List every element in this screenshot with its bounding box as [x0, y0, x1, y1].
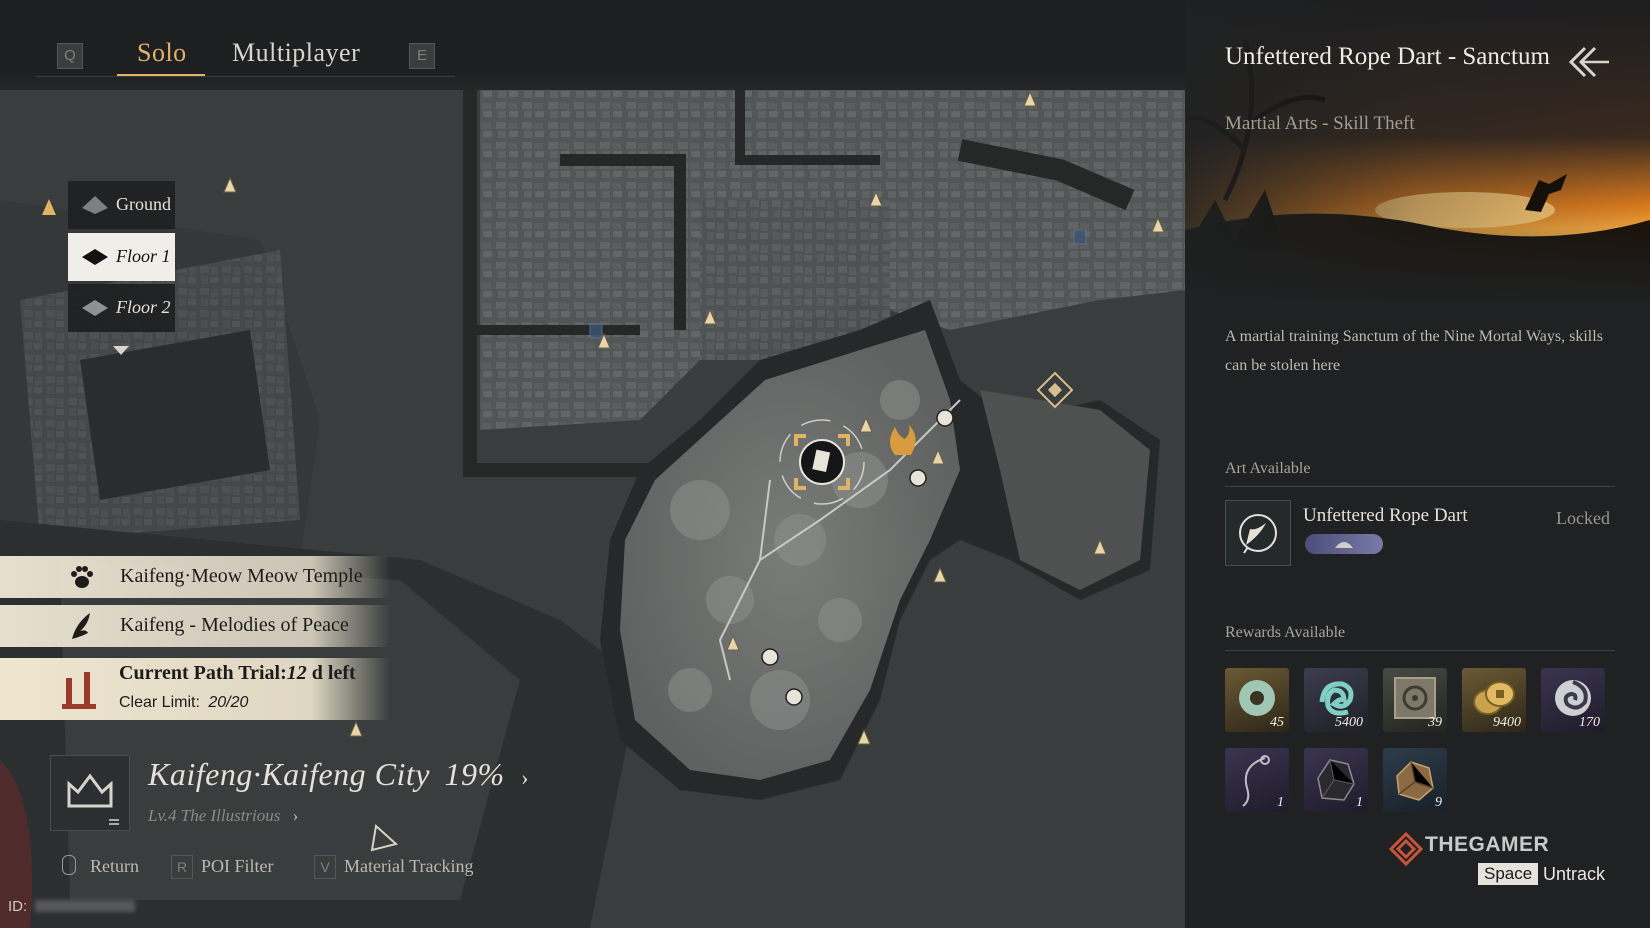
floor-layer-icon	[82, 300, 108, 316]
city-crest-icon	[67, 773, 119, 825]
player-id-redacted	[35, 900, 136, 912]
trial-time-unit: d left	[311, 662, 356, 684]
divider	[1225, 486, 1615, 487]
banner-label: Kaifeng·Meow Meow Temple	[120, 565, 363, 587]
floor-label: Floor 1	[116, 246, 171, 266]
floor-2[interactable]: Floor 2	[68, 284, 175, 332]
rope-dart-icon	[1239, 514, 1277, 554]
art-school-badge	[1305, 534, 1383, 554]
floor-label: Ground	[116, 194, 171, 214]
art-available-heading: Art Available	[1225, 460, 1311, 477]
trial-time: 12	[286, 662, 307, 684]
poi-filter-label: POI Filter	[201, 856, 274, 876]
reward-count: 5400	[1335, 715, 1363, 730]
chevron-right-icon: ›	[521, 765, 529, 790]
chevron-right-icon: ›	[292, 806, 299, 825]
city-name: Kaifeng·Kaifeng City	[148, 756, 430, 792]
panel-description: A martial training Sanctum of the Nine M…	[1225, 328, 1603, 374]
material-tracking-label: Material Tracking	[344, 856, 474, 876]
player-id-label: ID:	[8, 898, 28, 915]
lotus-icon	[1335, 542, 1353, 548]
city-level[interactable]: Lv.4 The Illustrious ›	[148, 806, 298, 826]
rewards-available-heading: Rewards Available	[1225, 624, 1346, 641]
reward-spiral-orb[interactable]: 170	[1541, 668, 1605, 732]
tab-solo[interactable]: Solo	[137, 38, 187, 68]
banner-label: Kaifeng - Melodies of Peace	[120, 614, 349, 636]
floor-layer-icon	[82, 196, 108, 214]
poi-detail-panel: Unfettered Rope Dart - Sanctum Martial A…	[1185, 0, 1650, 928]
banner-meow-temple[interactable]: Kaifeng·Meow Meow Temple	[0, 556, 390, 598]
reward-bronze-plate[interactable]: 39	[1383, 668, 1447, 732]
floor-ground[interactable]: Ground	[68, 181, 175, 229]
city-exploration-percent: 19%	[444, 756, 505, 792]
floor-scroll-down-icon[interactable]	[113, 346, 129, 355]
reward-gold-coins[interactable]: 9400	[1462, 668, 1526, 732]
reward-count: 170	[1579, 715, 1600, 730]
mouse-icon	[62, 855, 76, 875]
trial-label: Current Path Trial:	[119, 662, 287, 684]
reward-swirl-token[interactable]: 5400	[1304, 668, 1368, 732]
reward-count: 1	[1356, 795, 1363, 810]
poi-filter-control[interactable]: R POI Filter	[171, 855, 274, 879]
feather-icon	[72, 613, 90, 639]
reward-silver-chain[interactable]: 1	[1225, 748, 1289, 812]
floor-label: Floor 2	[116, 297, 171, 317]
art-skill-icon[interactable]	[1225, 500, 1291, 566]
world-map[interactable]: Q Solo Multiplayer E Ground Floor 1 Floo…	[0, 0, 1185, 928]
trial-line: Current Path Trial:12 d left	[119, 662, 356, 685]
city-level-label: Lv.4 The Illustrious	[148, 806, 281, 825]
clear-limit-value: 20/20	[208, 694, 249, 711]
trial-pillars-icon	[62, 672, 96, 709]
reward-count: 45	[1270, 715, 1284, 730]
reward-count: 1	[1277, 795, 1284, 810]
reward-count: 39	[1428, 715, 1442, 730]
tab-multiplayer[interactable]: Multiplayer	[232, 38, 360, 68]
compass-arrow-icon	[42, 199, 56, 215]
reward-dark-ore[interactable]: 1	[1304, 748, 1368, 812]
path-trial-banner[interactable]: Current Path Trial:12 d left Clear Limit…	[0, 658, 390, 720]
panel-title: Unfettered Rope Dart - Sanctum	[1225, 43, 1550, 70]
tab-divider	[35, 76, 455, 77]
return-label: Return	[90, 856, 139, 876]
collapse-panel-button[interactable]	[1563, 44, 1613, 80]
prev-tab-key[interactable]: Q	[57, 43, 83, 69]
material-tracking-control[interactable]: V Material Tracking	[314, 855, 473, 879]
banner-melodies-of-peace[interactable]: Kaifeng - Melodies of Peace	[0, 605, 390, 647]
poi-filter-key: R	[171, 855, 193, 879]
next-tab-key[interactable]: E	[409, 43, 435, 69]
double-chevron-left-icon	[1568, 46, 1609, 78]
clear-limit-line: Clear Limit: 20/20	[119, 694, 248, 712]
thegamer-logo-icon	[1388, 831, 1424, 867]
material-tracking-key: V	[314, 855, 336, 879]
art-name: Unfettered Rope Dart	[1303, 505, 1468, 526]
reward-count: 9	[1435, 795, 1442, 810]
player-id: ID:	[8, 898, 136, 915]
return-control[interactable]: Return	[62, 855, 139, 877]
reward-count: 9400	[1493, 715, 1521, 730]
divider	[1225, 650, 1615, 651]
reward-jade-ring[interactable]: 45	[1225, 668, 1289, 732]
city-switch-button[interactable]	[50, 755, 130, 831]
city-title[interactable]: Kaifeng·Kaifeng City 19% ›	[148, 756, 529, 793]
untrack-button[interactable]: Untrack	[1543, 864, 1605, 885]
panel-subtitle: Martial Arts - Skill Theft	[1225, 113, 1415, 134]
paw-icon	[71, 566, 93, 588]
thegamer-logo-text: THEGAMER	[1425, 833, 1550, 856]
floor-1[interactable]: Floor 1	[68, 233, 175, 281]
clear-limit-label: Clear Limit:	[119, 694, 200, 711]
art-status: Locked	[1556, 508, 1610, 528]
untrack-key[interactable]: Space	[1478, 863, 1539, 885]
floor-layer-icon	[82, 249, 108, 265]
mode-tab-bar: Q Solo Multiplayer E	[0, 0, 1185, 90]
reward-copper-ore[interactable]: 9	[1383, 748, 1447, 812]
